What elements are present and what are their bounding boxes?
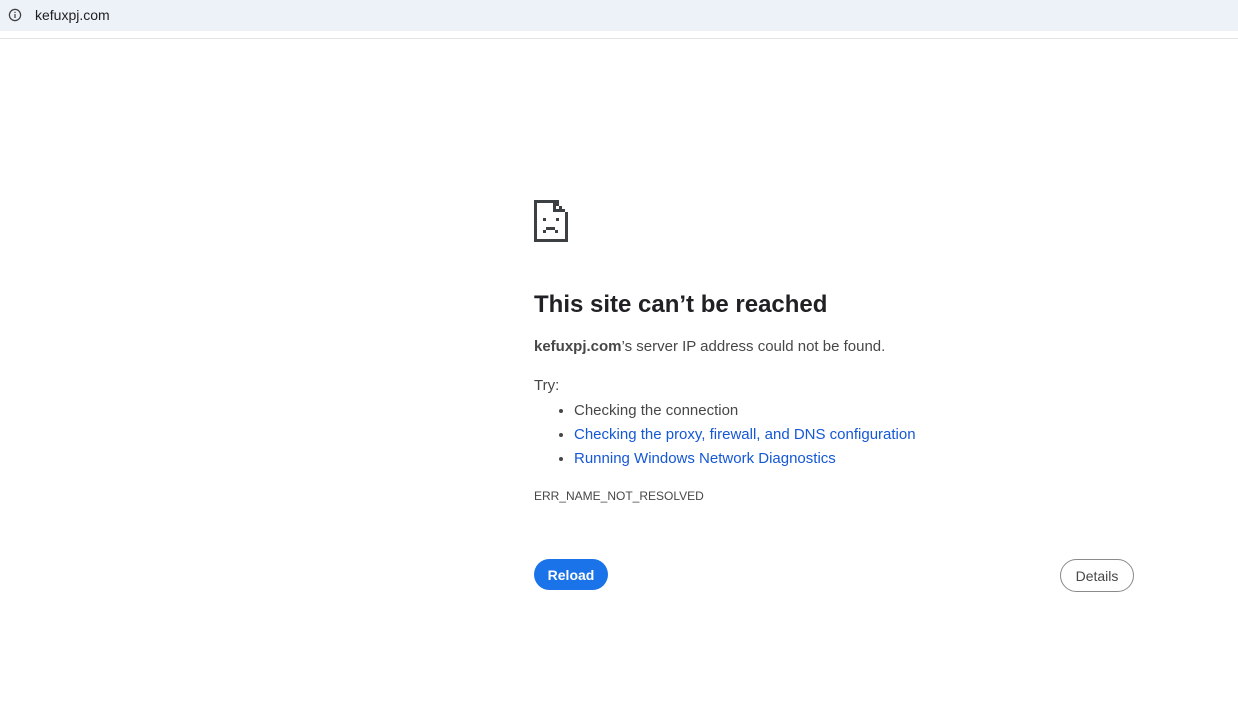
suggestions-list: Checking the connection Checking the pro… xyxy=(534,399,916,471)
reload-button[interactable]: Reload xyxy=(534,559,608,590)
network-diagnostics-link[interactable]: Running Windows Network Diagnostics xyxy=(574,450,836,467)
proxy-firewall-dns-link[interactable]: Checking the proxy, firewall, and DNS co… xyxy=(574,426,916,443)
suggestion-label: Checking the connection xyxy=(574,402,739,419)
sad-page-icon xyxy=(534,200,568,242)
suggestion-check-connection: Checking the connection xyxy=(574,399,916,423)
details-button[interactable]: Details xyxy=(1060,559,1134,592)
toolbar-divider xyxy=(0,38,1238,39)
error-code: ERR_NAME_NOT_RESOLVED xyxy=(534,489,704,503)
url-text[interactable]: kefuxpj.com xyxy=(35,6,110,24)
suggestion-check-proxy[interactable]: Checking the proxy, firewall, and DNS co… xyxy=(574,423,916,447)
error-host: kefuxpj.com xyxy=(534,338,622,355)
error-heading: This site can’t be reached xyxy=(534,291,828,318)
error-summary-text: ’s server IP address could not be found. xyxy=(621,338,886,355)
error-summary: kefuxpj.com’s server IP address could no… xyxy=(534,338,885,356)
address-bar[interactable]: kefuxpj.com xyxy=(0,0,1238,31)
try-label: Try: xyxy=(534,377,560,394)
suggestion-network-diagnostics[interactable]: Running Windows Network Diagnostics xyxy=(574,447,916,471)
info-icon[interactable] xyxy=(8,8,22,22)
